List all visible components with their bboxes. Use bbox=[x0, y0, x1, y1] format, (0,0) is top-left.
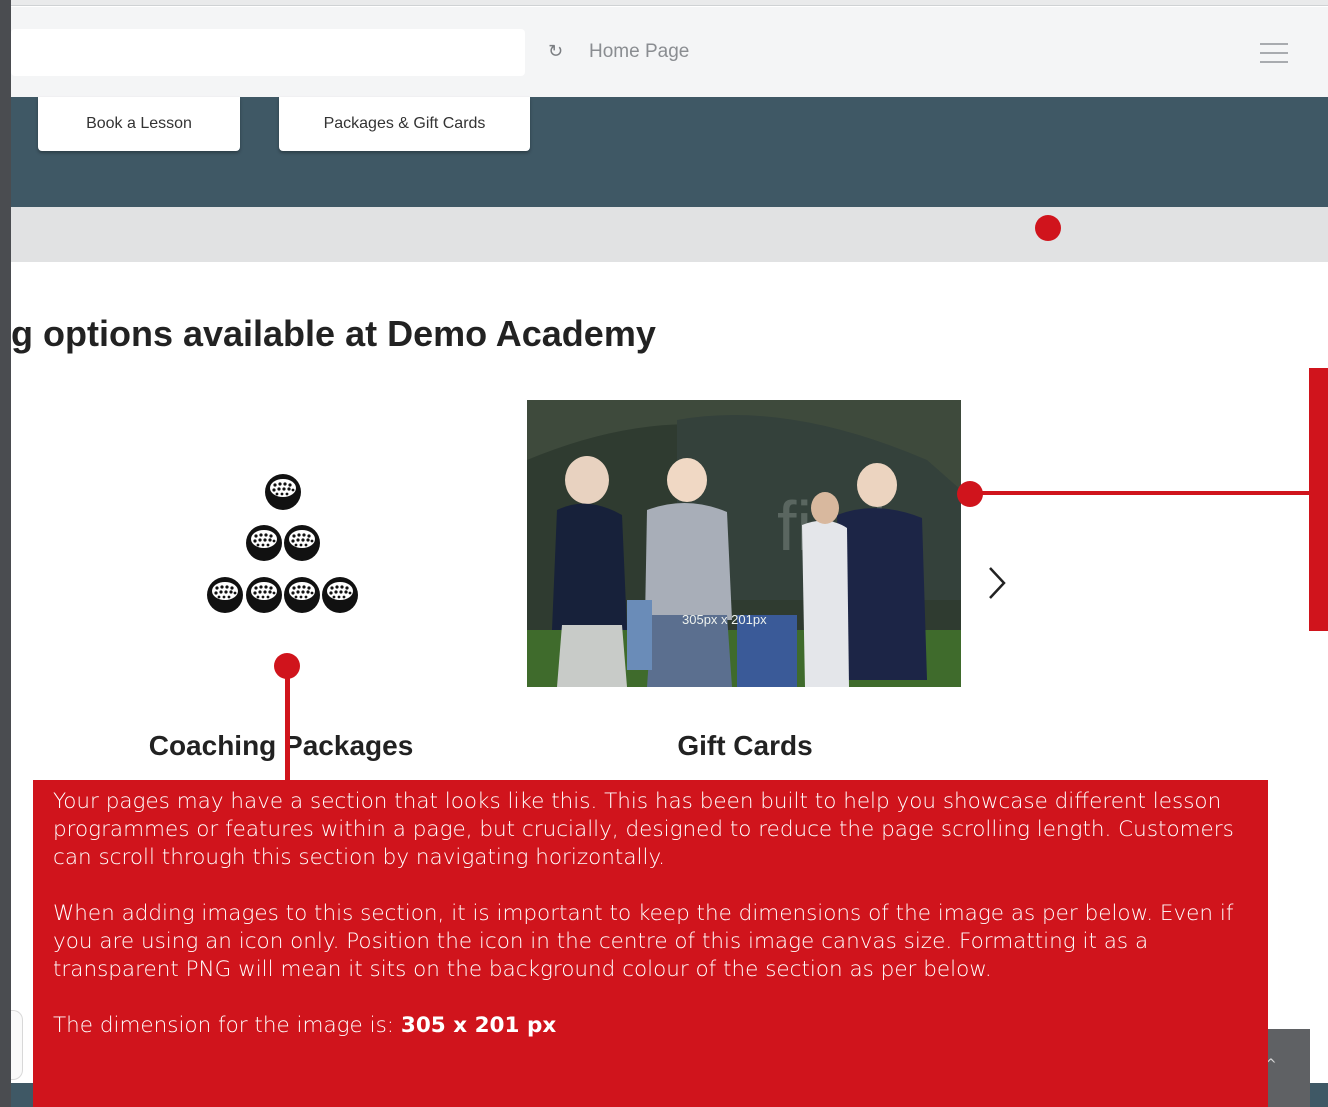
hamburger-menu-icon[interactable] bbox=[1260, 43, 1288, 63]
annotation-dot bbox=[1035, 215, 1061, 241]
card-label-coaching-packages[interactable]: Coaching Packages bbox=[140, 730, 422, 762]
chevron-right-icon[interactable] bbox=[982, 556, 1012, 606]
info-dimension-line: The dimension for the image is: 305 x 20… bbox=[53, 1012, 1248, 1040]
site-header-bar: ↻ Home Page bbox=[11, 7, 1328, 97]
window-top-border bbox=[11, 0, 1328, 6]
reload-icon[interactable]: ↻ bbox=[548, 41, 563, 62]
tab-packages-gift-cards[interactable]: Packages & Gift Cards bbox=[279, 97, 530, 151]
section-heading: g options available at Demo Academy bbox=[11, 313, 656, 354]
annotation-info-box: Your pages may have a section that looks… bbox=[33, 780, 1268, 1107]
main-navbar: Book a Lesson Packages & Gift Cards bbox=[11, 97, 1328, 207]
info-dimension-prefix: The dimension for the image is: bbox=[53, 1013, 401, 1038]
annotation-connector bbox=[970, 491, 1309, 495]
card-label-gift-cards[interactable]: Gift Cards bbox=[668, 730, 822, 762]
window-edge bbox=[0, 0, 11, 1107]
info-dimension-value: 305 x 201 px bbox=[400, 1013, 557, 1038]
photo-size-text: 305px x 201px bbox=[682, 612, 767, 627]
info-paragraph: Your pages may have a section that looks… bbox=[53, 789, 1234, 870]
subheader-strip bbox=[11, 207, 1328, 262]
tab-book-a-lesson[interactable]: Book a Lesson bbox=[38, 97, 240, 151]
side-tab bbox=[11, 1010, 23, 1080]
search-field[interactable] bbox=[11, 29, 525, 76]
annotation-marker bbox=[1309, 368, 1328, 631]
annotation-connector bbox=[285, 665, 290, 783]
golfers-photo[interactable]: first 305px x 201px bbox=[527, 400, 961, 687]
info-paragraph: When adding images to this section, it i… bbox=[53, 901, 1234, 982]
golf-balls-icon[interactable] bbox=[203, 470, 361, 620]
page-label[interactable]: Home Page bbox=[589, 41, 689, 63]
